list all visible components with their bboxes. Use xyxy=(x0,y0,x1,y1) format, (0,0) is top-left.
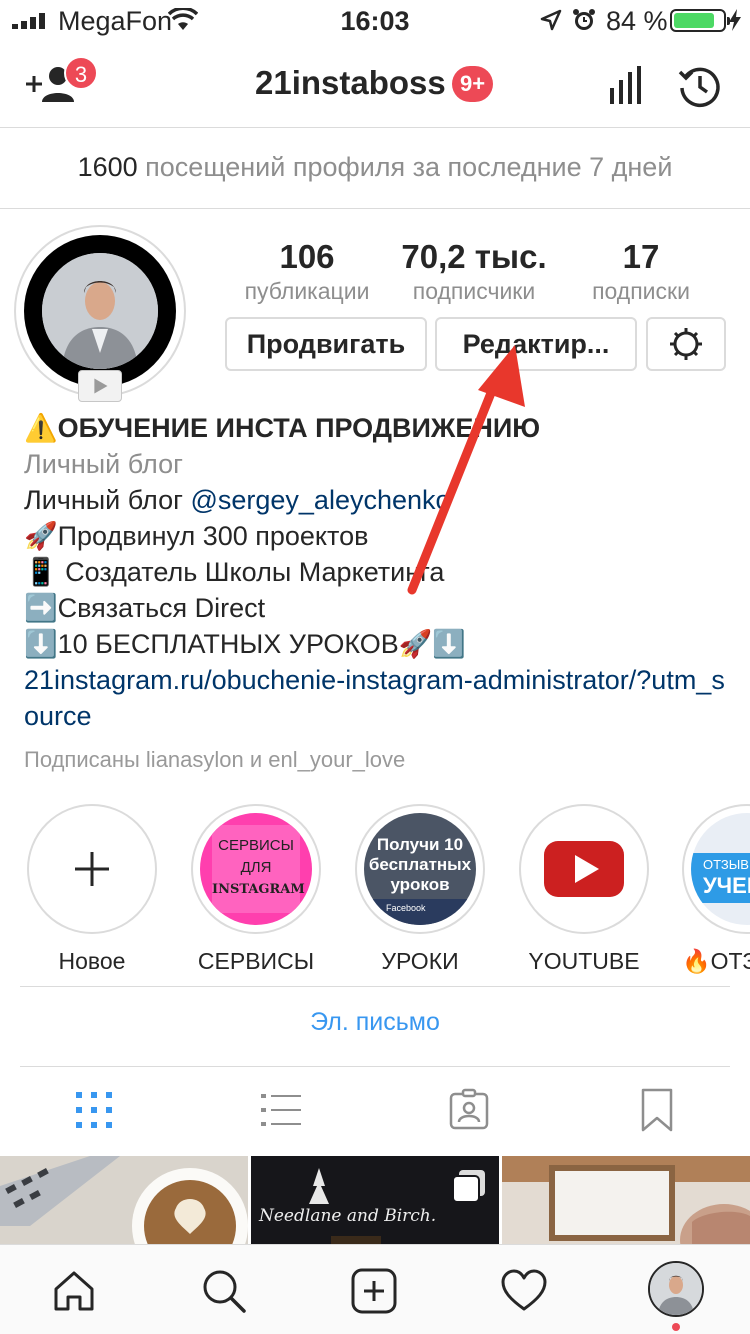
profile-header: 3 21instaboss 9+ xyxy=(0,40,750,128)
cover-text: Facebook xyxy=(386,903,426,913)
search-icon[interactable] xyxy=(200,1267,248,1315)
divider xyxy=(20,1066,730,1067)
highlight-label: Новое xyxy=(58,948,126,974)
website-link[interactable]: 21instagram.ru/obuchenie-instagram-admin… xyxy=(24,662,734,734)
gear-icon xyxy=(670,328,702,360)
following-count[interactable]: 17 подписки xyxy=(561,238,721,305)
status-bar: MegaFon 16:03 84 % xyxy=(0,0,750,40)
video-play-icon[interactable] xyxy=(78,370,122,402)
carousel-icon xyxy=(452,1170,485,1203)
post-thumbnail[interactable] xyxy=(502,1156,750,1244)
highlight-cover: Получи 10 бесплатных уроков xyxy=(364,835,476,895)
activity-dot xyxy=(672,1323,680,1331)
profile-bio: ⚠️ОБУЧЕНИЕ ИНСТА ПРОДВИЖЕНИЮ Личный блог… xyxy=(24,410,734,778)
new-post-icon[interactable] xyxy=(350,1267,398,1315)
bio-text: Личный блог xyxy=(24,485,183,515)
bio-line: ➡️Связаться Direct xyxy=(24,593,266,623)
profile-name: ⚠️ОБУЧЕНИЕ ИНСТА ПРОДВИЖЕНИЮ xyxy=(24,413,541,443)
highlight-cover: СЕРВИСЫ ДЛЯ INSTAGRAM xyxy=(212,825,305,913)
post-thumbnail[interactable]: Needlane and Birch. xyxy=(251,1156,499,1244)
promote-button[interactable]: Продвигать xyxy=(225,317,427,371)
bio-line: Личный блог @sergey_aleychenko xyxy=(24,482,734,518)
posts-count[interactable]: 106 публикации xyxy=(227,238,387,305)
highlight-reviews[interactable]: ОТЗЫВ Н УЧЕН 🔥ОТЗ xyxy=(678,804,750,975)
bio-line: 📱 Создатель Школы Маркетинга xyxy=(24,557,445,587)
email-button[interactable]: Эл. письмо xyxy=(0,1008,750,1037)
followers-value: 70,2 тыс. xyxy=(401,238,547,275)
archive-history-icon[interactable] xyxy=(678,64,722,108)
divider xyxy=(20,986,730,987)
insights-icon[interactable] xyxy=(608,66,644,104)
avatar-photo xyxy=(24,235,176,387)
highlight-label: YOUTUBE xyxy=(528,948,640,974)
highlight-label: 🔥ОТЗ xyxy=(682,948,750,974)
cover-text: уроков xyxy=(390,875,450,894)
visits-text: посещений профиля за последние 7 дней xyxy=(145,152,673,182)
tagged-photos-icon[interactable] xyxy=(447,1088,491,1132)
post-thumbnail[interactable] xyxy=(0,1156,248,1244)
edit-profile-button[interactable]: Редактир... xyxy=(435,317,637,371)
alarm-icon xyxy=(573,9,595,30)
page-title[interactable]: 21instaboss xyxy=(255,64,446,102)
posts-value: 106 xyxy=(279,238,335,275)
followers-count[interactable]: 70,2 тыс. подписчики xyxy=(394,238,554,305)
grid-view-icon[interactable] xyxy=(72,1088,116,1132)
settings-button[interactable] xyxy=(646,317,726,371)
plus-icon xyxy=(75,852,109,886)
profile-avatar-tab[interactable] xyxy=(648,1261,704,1317)
posts-label: публикации xyxy=(244,278,370,304)
bottom-navigation xyxy=(0,1244,750,1334)
following-value: 17 xyxy=(622,238,660,275)
bio-line: ⬇️10 БЕСПЛАТНЫХ УРОКОВ🚀⬇️ xyxy=(24,629,467,659)
saved-bookmark-icon[interactable] xyxy=(635,1088,679,1132)
cover-text: УЧЕН xyxy=(703,873,750,898)
highlight-services[interactable]: СЕРВИСЫ ДЛЯ INSTAGRAM СЕРВИСЫ xyxy=(186,804,326,975)
post-caption: Needlane and Birch. xyxy=(259,1206,437,1226)
cover-text: Получи 10 xyxy=(376,835,464,854)
battery-percent: 84 % xyxy=(606,6,668,36)
heart-icon[interactable] xyxy=(500,1267,548,1315)
followed-by[interactable]: Подписаны lianasylon и enl_your_love xyxy=(24,742,734,778)
profile-category: Личный блог xyxy=(24,449,183,479)
unread-badge: 9+ xyxy=(452,66,494,102)
battery-icon xyxy=(670,9,730,32)
home-icon[interactable] xyxy=(50,1267,98,1315)
cover-text: СЕРВИСЫ xyxy=(218,837,294,854)
cover-text: бесплатных xyxy=(368,855,472,874)
bio-line: 🚀Продвинул 300 проектов xyxy=(24,521,369,551)
cover-text: INSTAGRAM xyxy=(212,882,305,897)
cover-text: ДЛЯ xyxy=(240,859,272,876)
notification-badge: 3 xyxy=(64,56,98,90)
following-label: подписки xyxy=(592,278,690,304)
location-arrow-icon xyxy=(540,9,562,31)
profile-visits-banner[interactable]: 1600 посещений профиля за последние 7 дн… xyxy=(0,129,750,209)
cover-text: ОТЗЫВ Н xyxy=(703,857,750,872)
highlight-label: СЕРВИСЫ xyxy=(197,948,315,974)
highlight-label: УРОКИ xyxy=(381,948,459,974)
youtube-icon xyxy=(544,841,624,897)
charging-icon xyxy=(729,9,741,31)
list-view-icon[interactable] xyxy=(259,1088,303,1132)
highlight-youtube[interactable]: YOUTUBE xyxy=(514,804,654,975)
highlight-lessons[interactable]: Получи 10 бесплатных уроков Facebook УРО… xyxy=(350,804,490,975)
highlight-new[interactable]: Новое xyxy=(22,804,162,975)
mention-link[interactable]: @sergey_aleychenko xyxy=(190,485,450,515)
visits-count: 1600 xyxy=(77,152,138,182)
followers-label: подписчики xyxy=(412,278,536,304)
